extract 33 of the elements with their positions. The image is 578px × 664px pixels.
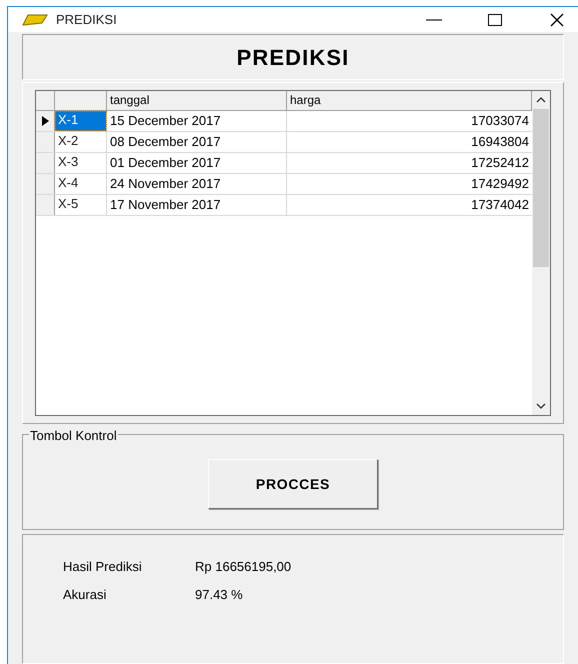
row-label-cell[interactable]: X-4 xyxy=(55,174,107,194)
maximize-icon[interactable] xyxy=(487,12,503,26)
current-row-icon xyxy=(42,116,48,126)
table-cell: 24 November 2017 xyxy=(107,174,287,194)
close-icon[interactable] xyxy=(549,12,565,28)
result-label: Akurasi xyxy=(63,586,108,604)
table-cell-text: 17033074 xyxy=(470,112,530,130)
table-cell-text: 17374042 xyxy=(470,196,530,214)
ingot-icon xyxy=(22,14,48,26)
result-value: 97.43 % xyxy=(195,586,243,604)
scrollbar[interactable] xyxy=(532,91,550,415)
row-label-cell[interactable]: X-5 xyxy=(55,195,107,215)
scroll-thumb[interactable] xyxy=(533,109,549,267)
table-cell: 08 December 2017 xyxy=(107,132,287,152)
scroll-up-icon[interactable] xyxy=(536,97,546,103)
procces-button[interactable]: PROCCES xyxy=(208,459,378,509)
table-cell-text: 17429492 xyxy=(470,175,530,193)
window-title: PREDIKSI xyxy=(56,10,117,29)
column-header[interactable]: harga xyxy=(287,91,532,110)
row-label-cell[interactable]: X-2 xyxy=(55,132,107,152)
column-header[interactable]: tanggal xyxy=(107,91,287,110)
table-cell: 01 December 2017 xyxy=(107,153,287,173)
row-label-cell[interactable]: X-1 xyxy=(55,111,107,131)
page-heading: PREDIKSI xyxy=(236,44,350,72)
row-indicator[interactable] xyxy=(36,111,55,131)
table-cell-text: 17252412 xyxy=(470,154,530,172)
table-cell: 17 November 2017 xyxy=(107,195,287,215)
result-value: Rp 16656195,00 xyxy=(195,558,292,576)
scroll-down-icon[interactable] xyxy=(536,403,546,409)
row-label-cell[interactable]: X-3 xyxy=(55,153,107,173)
result-label: Hasil Prediksi xyxy=(63,558,143,576)
table-cell: 15 December 2017 xyxy=(107,111,287,131)
table-cell-text: 16943804 xyxy=(470,133,530,151)
